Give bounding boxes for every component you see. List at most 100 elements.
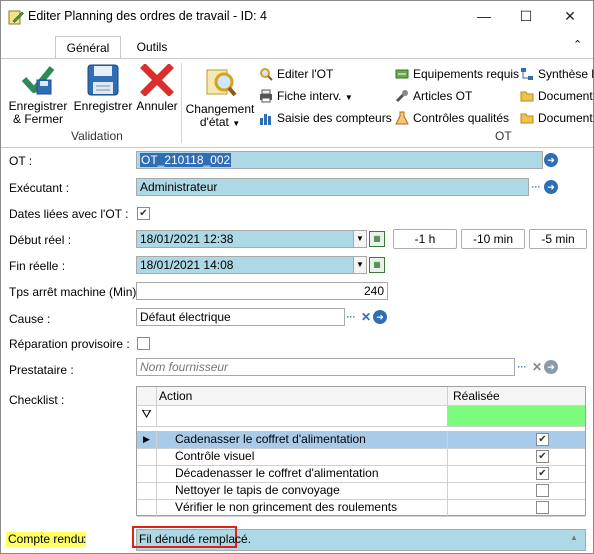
change-state-button[interactable]: Changement d'état ▼ (185, 67, 255, 130)
editor-window: Editer Planning des ordres de travail - … (0, 0, 594, 554)
synthese-button[interactable]: Synthèse l (520, 65, 594, 83)
navigate-icon[interactable]: ➜ (544, 360, 558, 374)
compte-rendu-colon: : (83, 532, 87, 546)
checked-checkbox[interactable]: ✔ (536, 467, 549, 480)
expand-arrow-icon[interactable]: ▲ (570, 533, 578, 542)
collapse-ribbon-icon[interactable]: ⌃ (573, 38, 582, 51)
action-cell[interactable]: Vérifier le non grincement des roulement… (157, 499, 446, 516)
grid-corner (137, 387, 157, 405)
fin-reelle-label: Fin réelle : (9, 259, 66, 273)
dates-liees-label: Dates liées avec l'OT : (9, 207, 129, 221)
checklist-grid: Action Réalisée ⛛ ▶ Cadenasser le coffret… (136, 386, 586, 517)
document-button-2[interactable]: Document (520, 109, 593, 127)
navigate-icon[interactable]: ➜ (544, 153, 558, 167)
prestataire-label: Prestataire : (9, 363, 74, 377)
debut-reel-field[interactable]: 18/01/2021 12:38 (136, 230, 355, 248)
maximize-button[interactable]: ☐ (509, 5, 543, 27)
tab-outils[interactable]: Outils (127, 36, 177, 58)
ot-field[interactable]: OT_210118_002 (136, 151, 543, 169)
realisee-cell: ✔ (447, 465, 586, 482)
action-cell[interactable]: Contrôle visuel (157, 448, 446, 465)
realisee-cell: ✔ (447, 448, 586, 465)
dates-liees-checkbox[interactable]: ✔ (137, 207, 150, 220)
table-row[interactable]: ▶ Cadenasser le coffret d'alimentation ✔ (137, 431, 585, 449)
action-cell[interactable]: Cadenasser le coffret d'alimentation (157, 431, 446, 448)
compte-rendu-label: Compte rendu (6, 532, 87, 547)
hierarchy-icon (521, 68, 533, 80)
ot-field-value: OT_210118_002 (140, 153, 232, 167)
action-filter-cell[interactable] (157, 406, 446, 426)
row-selector[interactable] (137, 482, 157, 499)
grid-filter-row: ⛛ (137, 406, 585, 427)
ellipsis-icon[interactable]: ··· (529, 180, 543, 194)
table-row[interactable]: Décadenasser le coffret d'alimentation ✔ (137, 465, 585, 483)
minus-1h-button[interactable]: -1 h (393, 229, 457, 249)
realisee-cell (447, 482, 586, 499)
table-row[interactable]: Contrôle visuel ✔ (137, 448, 585, 466)
row-selector[interactable] (137, 465, 157, 482)
ellipsis-icon[interactable]: ··· (344, 310, 358, 324)
realisee-cell: ✔ (447, 431, 586, 448)
ribbon: Enregistrer & Fermer Enregistrer Annuler… (1, 58, 594, 148)
row-selector-arrow-icon[interactable]: ▶ (137, 431, 157, 448)
dropdown-arrow-icon[interactable]: ▼ (353, 256, 367, 274)
row-selector[interactable] (137, 448, 157, 465)
minimize-button[interactable]: — (467, 5, 501, 27)
cancel-button[interactable]: Annuler (135, 64, 179, 113)
fiche-interv-button[interactable]: Fiche interv. ▼ (259, 87, 353, 105)
cause-field[interactable]: Défaut électrique (136, 308, 345, 326)
flask-icon (395, 111, 409, 125)
tps-arret-label: Tps arrêt machine (Min) : (9, 285, 144, 299)
col-divider (447, 387, 448, 405)
navigate-icon[interactable]: ➜ (373, 310, 387, 324)
action-cell[interactable]: Nettoyer le tapis de convoyage (157, 482, 446, 499)
save-button[interactable]: Enregistrer (73, 64, 133, 113)
edit-notebook-icon (8, 10, 24, 25)
saisie-compteurs-button[interactable]: Saisie des compteurs (259, 109, 392, 127)
save-close-button[interactable]: Enregistrer & Fermer (7, 64, 69, 126)
folder-icon (520, 113, 534, 124)
checked-checkbox[interactable]: ✔ (536, 433, 549, 446)
debut-reel-label: Début réel : (9, 233, 72, 247)
document-button-1[interactable]: Document (520, 87, 593, 105)
window-title: Editer Planning des ordres de travail - … (28, 9, 268, 23)
ellipsis-icon[interactable]: ··· (515, 360, 529, 374)
save-close-checkmark-icon (21, 66, 55, 95)
close-button[interactable]: ✕ (553, 5, 587, 27)
unchecked-checkbox[interactable] (536, 501, 549, 514)
minus-5min-button[interactable]: -5 min (529, 229, 587, 249)
bar-chart-icon (260, 114, 271, 125)
wrench-icon (395, 90, 408, 103)
edit-ot-button[interactable]: Editer l'OT (259, 65, 333, 83)
fin-reelle-field[interactable]: 18/01/2021 14:08 (136, 256, 355, 274)
controles-qualites-button[interactable]: Contrôles qualités (395, 109, 509, 127)
tps-arret-field[interactable]: 240 (136, 282, 388, 300)
ribbon-separator (181, 63, 182, 143)
equipements-requis-button[interactable]: Equipements requis (395, 65, 519, 83)
action-cell[interactable]: Décadenasser le coffret d'alimentation (157, 465, 446, 482)
navigate-icon[interactable]: ➜ (544, 180, 558, 194)
articles-ot-button[interactable]: Articles OT (395, 87, 472, 105)
clear-icon[interactable]: ✕ (530, 360, 544, 374)
tab-general[interactable]: Général (55, 36, 121, 59)
cause-label: Cause : (9, 312, 51, 326)
calendar-icon[interactable]: ▦ (369, 231, 385, 247)
clear-icon[interactable]: ✕ (359, 310, 373, 324)
realisee-filter-cell[interactable] (447, 406, 585, 426)
grid-header-row: Action Réalisée (137, 387, 585, 406)
checked-checkbox[interactable]: ✔ (536, 450, 549, 463)
calendar-icon[interactable]: ▦ (369, 257, 385, 273)
row-selector[interactable] (137, 499, 157, 516)
reparation-provisoire-checkbox[interactable] (137, 337, 150, 350)
prestataire-field[interactable]: Nom fournisseur (136, 358, 515, 376)
table-row[interactable]: Nettoyer le tapis de convoyage (137, 482, 585, 500)
checklist-label: Checklist : (9, 393, 65, 407)
table-row[interactable]: Vérifier le non grincement des roulement… (137, 499, 585, 517)
dropdown-arrow-icon[interactable]: ▼ (353, 230, 367, 248)
col-realisee-header[interactable]: Réalisée (453, 389, 500, 403)
executant-field[interactable]: Administrateur (136, 178, 529, 196)
col-action-header[interactable]: Action (159, 389, 192, 403)
unchecked-checkbox[interactable] (536, 484, 549, 497)
group-label-ot: OT (495, 129, 512, 143)
minus-10min-button[interactable]: -10 min (461, 229, 525, 249)
